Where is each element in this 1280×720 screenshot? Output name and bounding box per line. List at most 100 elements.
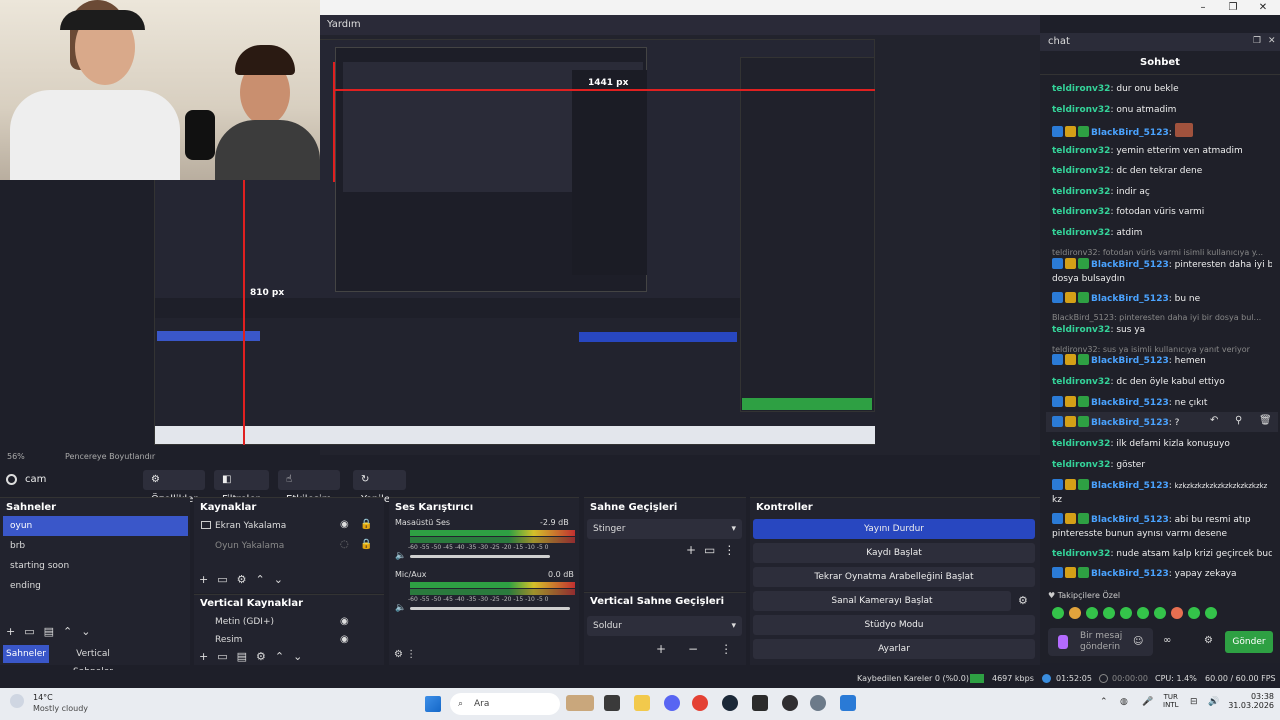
mixer-ch2-slider[interactable] [410,607,570,610]
scene-item[interactable]: starting soon [3,556,188,576]
red-guide-h [333,89,875,91]
eye-icon[interactable]: ◉ [340,634,349,645]
chat-message: teldironv32: onu atmadim [1052,105,1177,115]
start-virtual-camera-button[interactable]: Sanal Kamerayı Başlat [753,591,1011,611]
settings-button[interactable]: Ayarlar [753,639,1035,659]
weather-icon [10,694,24,708]
maximize-icon[interactable]: ❐ [1220,0,1246,15]
discord-icon[interactable] [664,695,680,711]
start-icon[interactable] [425,696,441,712]
chevron-down-icon: ▾ [731,621,736,631]
settings-app-icon[interactable] [810,695,826,711]
properties-button[interactable]: ⚙ Özellikler [143,470,205,505]
speaker-icon[interactable]: 🔈 [395,551,406,561]
eye-icon[interactable]: ◉ [340,519,349,530]
eye-icon[interactable]: ◉ [340,616,349,627]
app-icon-blue[interactable] [840,695,856,711]
pin-icon[interactable]: ⚲ [1235,415,1242,426]
obs-icon[interactable] [782,695,798,711]
followers-only: ♥ Takipçilere Özel [1048,591,1121,600]
undock-icon[interactable]: ❐ [1253,36,1261,46]
minimize-icon[interactable]: – [1190,0,1216,15]
transition-select[interactable]: Stinger ▾ [587,519,742,539]
language-indicator[interactable]: TUR INTL [1163,693,1178,709]
record-time: 00:00:00 [1112,674,1148,683]
mixer-settings-icon[interactable]: ⚙ ⋮ [394,649,416,660]
vsource-actions[interactable]: +▭▤⚙⌃⌄ [199,650,311,663]
stop-streaming-button[interactable]: Yayını Durdur [753,519,1035,539]
vsource-item[interactable]: Resim [208,630,338,650]
lock-icon[interactable]: 🔒 [360,539,372,550]
tray-chevron-icon[interactable]: ⌃ [1100,697,1108,707]
reply-icon[interactable]: ↶ [1210,415,1218,426]
start-recording-button[interactable]: Kaydı Başlat [753,543,1035,563]
start-replay-buffer-button[interactable]: Tekrar Oynatma Arabelleğini Başlat [753,567,1035,587]
mixer-ch2-meter2 [410,589,575,595]
chrome-icon[interactable] [692,695,708,711]
chat-message: teldironv32: sus ya [1052,325,1146,335]
file-explorer-icon[interactable] [634,695,650,711]
scene-item[interactable]: brb [3,536,188,556]
source-item[interactable]: Ekran Yakalama [208,516,338,536]
send-button[interactable]: Gönder [1225,631,1273,653]
cpu-usage: CPU: 1.4% [1155,674,1197,683]
virtual-camera-settings-icon[interactable]: ⚙ [1018,594,1028,607]
mixer-scale: -60 -55 -50 -45 -40 -35 -30 -25 -20 -15 … [408,544,549,551]
filters-button[interactable]: ◧ Filtreler [214,470,269,505]
volume-icon[interactable]: 🔊 [1208,697,1219,707]
emote-row[interactable] [1052,607,1242,621]
zoom-label: 56% [7,452,25,461]
red-guide-v [243,180,245,445]
interact-button[interactable]: ☝ Etkileşim [278,470,340,505]
lock-icon[interactable]: 🔒 [360,519,372,530]
search-icon: ⌕ [458,699,464,709]
task-view-icon[interactable] [604,695,620,711]
scene-item[interactable]: oyun [3,516,188,536]
scene-actions[interactable]: +▭▤⌃⌄ [6,625,99,638]
vsource-item[interactable]: Metin (GDI+) [208,612,338,632]
source-item[interactable]: Oyun Yakalama [208,536,338,556]
speaker-icon[interactable]: 🔈 [395,603,406,613]
steam-icon[interactable] [722,695,738,711]
dropped-frames: Kaybedilen Kareler 0 (%0.0) [857,674,970,683]
filter-icon: ◧ [222,474,232,485]
tab-vertical-scenes[interactable]: Vertical Sahneler [55,645,131,677]
source-actions[interactable]: +▭⚙⌃⌄ [199,573,292,586]
scene-item[interactable]: ending [3,576,188,596]
clock[interactable]: 03:38 31.03.2026 [1226,692,1274,710]
resize-label: Pencereye Boyutlandır [65,452,156,461]
network-icon[interactable]: ⊟ [1190,697,1198,707]
chat-message: teldironv32: nude atsam kalp krizi geçir… [1052,549,1272,559]
settings-icon[interactable]: ⚙ [1204,635,1213,646]
points-icon[interactable]: ∞ [1163,635,1171,646]
close-icon[interactable]: ✕ [1250,0,1276,15]
tab-scenes[interactable]: Sahneler [3,645,49,663]
selected-source: cam [25,474,47,485]
chat-message: BlackBird_5123: yapay zekaya [1052,567,1272,581]
refresh-button[interactable]: ↻ Yenile [353,470,406,505]
eye-hidden-icon[interactable]: ◌ [340,539,349,550]
chat-message: BlackBird_5123: bu ne [1052,292,1272,306]
mic-tray-icon[interactable]: 🎤 [1142,697,1153,707]
mic-icon[interactable] [1058,635,1068,649]
heart-icon: ♥ [1048,591,1058,600]
close-chat-icon[interactable]: ✕ [1268,36,1276,46]
widget-icon[interactable] [566,695,594,711]
mixer-ch2-meter [410,582,575,588]
vtransition-actions[interactable]: +−⋮ [656,642,754,656]
gear-icon: ⚙ [151,474,160,485]
weather-temp: 14°C [33,693,53,702]
transition-actions[interactable]: +▭⋮ [686,543,743,557]
delete-icon[interactable]: 🗑 [1259,415,1272,426]
app-icon[interactable] [752,695,768,711]
weather-desc: Mostly cloudy [33,704,88,713]
mixer-ch1-slider[interactable] [410,555,550,558]
studio-mode-button[interactable]: Stüdyo Modu [753,615,1035,635]
mixer-ch1-meter2 [410,537,575,543]
vtransition-select[interactable]: Soldur ▾ [587,616,742,636]
bitrate: 4697 kbps [992,674,1034,683]
chat-message: teldironv32: atdim [1052,228,1143,238]
emoji-icon[interactable]: ☺ [1133,636,1143,647]
tray-icon[interactable]: ◍ [1120,697,1128,707]
taskbar-search[interactable]: ⌕ Ara [450,693,560,715]
